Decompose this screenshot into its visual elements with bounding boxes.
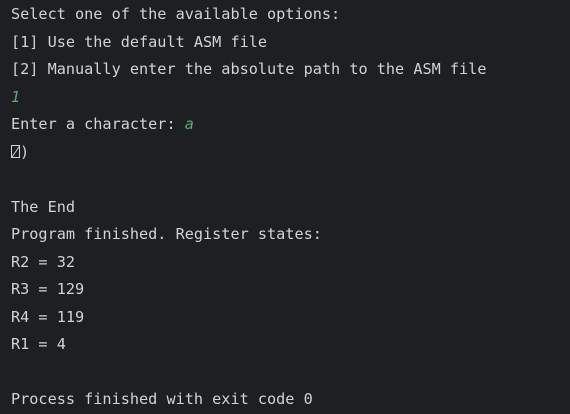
char-prompt-label: Enter a character:	[11, 115, 185, 133]
end-line: The End	[11, 197, 76, 216]
user-choice-input: 1	[11, 87, 21, 106]
program-output-text: )	[20, 142, 30, 161]
menu-prompt-line: Select one of the available options:	[11, 5, 341, 23]
char-prompt-line: Enter a character: a	[11, 111, 570, 139]
register-line: R2 = 32	[11, 252, 76, 271]
register-line: R4 = 119	[11, 307, 85, 326]
program-finished-line: Program finished. Register states:	[11, 225, 322, 243]
user-char-input: a	[184, 115, 194, 133]
program-output-line: )	[11, 139, 570, 167]
register-line: R3 = 129	[11, 280, 85, 298]
user-choice-line: 1	[11, 84, 570, 112]
run-console-output[interactable]: Select one of the available options: [1]…	[0, 0, 570, 411]
option-default-asm-line: [1] Use the default ASM file	[11, 32, 268, 51]
exit-code-line: Process finished with exit code 0	[11, 390, 313, 408]
option-manual-path-line: [2] Manually enter the absolute path to …	[11, 60, 487, 78]
unprintable-char-glyph-icon	[11, 144, 20, 158]
register-line: R1 = 4	[11, 335, 66, 353]
